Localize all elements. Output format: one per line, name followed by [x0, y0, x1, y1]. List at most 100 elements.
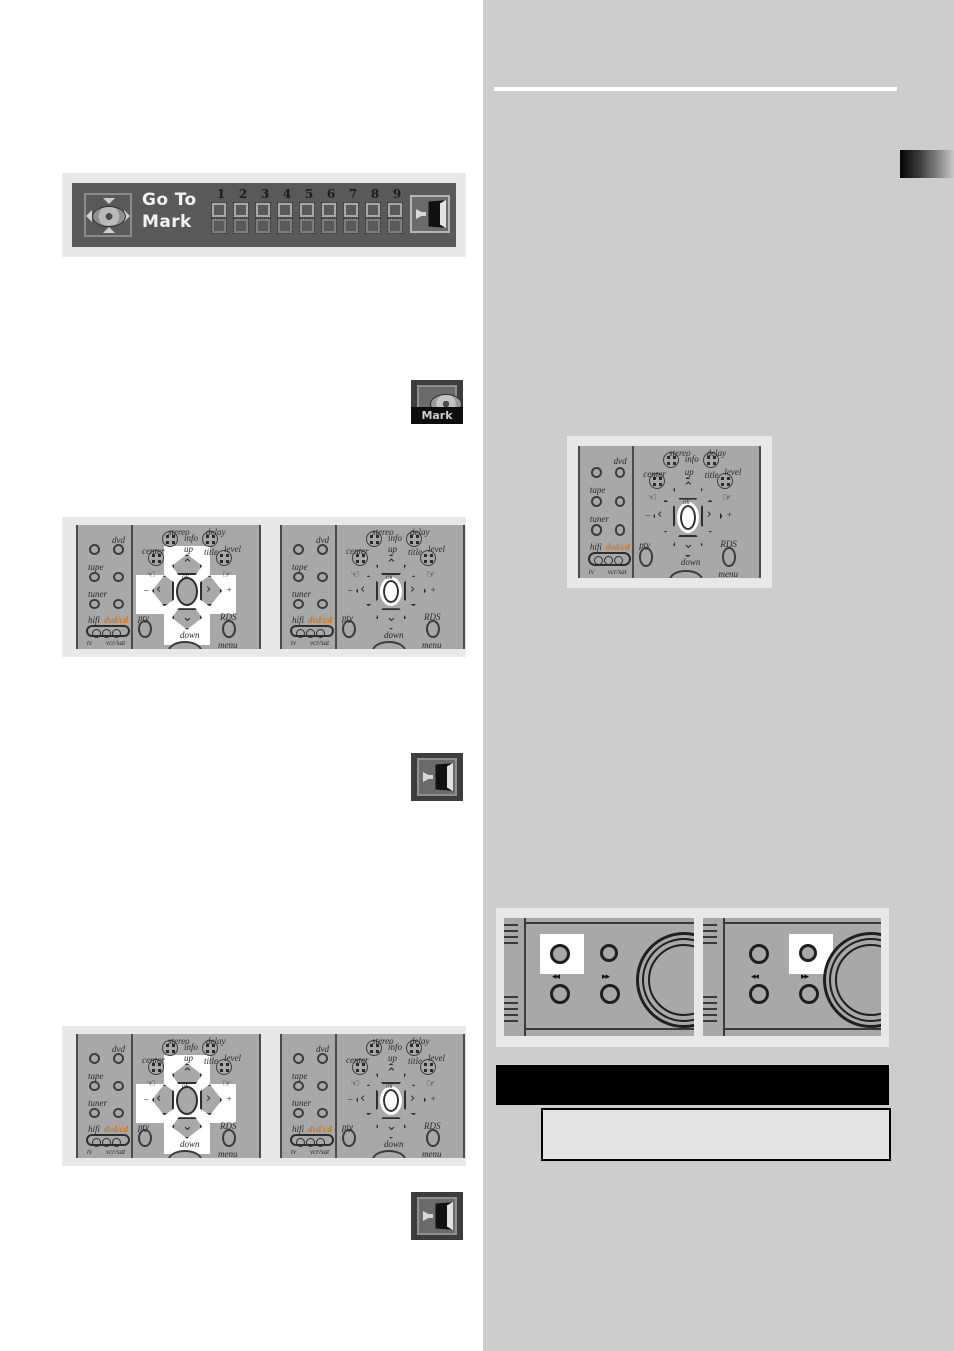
remote-mode-slider[interactable] — [587, 552, 632, 566]
remote-source-button[interactable] — [317, 1080, 328, 1092]
remote-slider-detent — [306, 628, 315, 638]
remote-button-dot — [152, 560, 155, 564]
osd-checkbox[interactable] — [233, 202, 249, 218]
remote-source-button[interactable] — [293, 1053, 304, 1065]
remote-button-dot — [226, 1063, 229, 1067]
remote-source-button[interactable] — [317, 571, 328, 583]
remote-source-button[interactable] — [317, 544, 328, 556]
grill-line — [703, 924, 717, 926]
osd-checkbox[interactable] — [299, 202, 315, 218]
remote-source-button[interactable] — [590, 524, 602, 536]
grill-line — [703, 1002, 717, 1004]
remote-source-button[interactable] — [113, 544, 124, 556]
remote-pty-button[interactable] — [639, 547, 654, 567]
osd-checkbox[interactable] — [277, 218, 293, 234]
remote-source-button[interactable] — [614, 466, 626, 478]
remote-button-dot — [362, 1069, 365, 1073]
remote-source-button[interactable] — [293, 598, 304, 610]
remote-big-bottom-button[interactable] — [372, 641, 406, 649]
osd-checkbox[interactable] — [321, 218, 337, 234]
remote-rds-button[interactable] — [222, 1128, 236, 1148]
osd-checkbox[interactable] — [211, 202, 227, 218]
remote-inner-divider — [335, 1034, 337, 1158]
remote-right-edge — [259, 1034, 261, 1158]
osd-checkbox[interactable] — [255, 218, 271, 234]
osd-checkbox[interactable] — [365, 218, 381, 234]
front-panel-skip-forward-button[interactable] — [799, 984, 819, 1004]
osd-checkbox[interactable] — [277, 202, 293, 218]
remote-source-button[interactable] — [113, 1080, 124, 1092]
remote-source-button[interactable] — [614, 524, 626, 536]
front-panel-play-button[interactable] — [799, 944, 817, 962]
remote-label-menu: menu — [422, 640, 442, 649]
remote-mode-slider[interactable] — [290, 1133, 334, 1147]
osd-number: 8 — [370, 187, 380, 201]
remote-mode-slider[interactable] — [86, 1133, 130, 1147]
remote-mode-slider[interactable] — [290, 624, 334, 638]
remote-button-dot — [416, 540, 419, 544]
remote-source-button[interactable] — [317, 1107, 328, 1119]
remote-mode-slider[interactable] — [86, 624, 130, 638]
osd-checkbox[interactable] — [387, 202, 403, 218]
remote-ok-button[interactable] — [380, 1086, 402, 1116]
front-panel-stop-button[interactable] — [749, 944, 769, 964]
osd-exit-button[interactable] — [410, 195, 450, 233]
remote-label-minus: – — [144, 1094, 149, 1105]
osd-checkbox[interactable] — [365, 202, 381, 218]
hand-pointer-icon: ☞ — [350, 568, 360, 581]
remote-rds-button[interactable] — [426, 619, 440, 639]
remote-rds-button[interactable] — [722, 547, 737, 567]
remote-source-button[interactable] — [113, 598, 124, 610]
remote-source-button[interactable] — [590, 495, 602, 507]
remote-ok-button[interactable] — [380, 577, 402, 607]
remote-source-button[interactable] — [89, 544, 100, 556]
remote-source-button[interactable] — [293, 1107, 304, 1119]
remote-label-info: info — [184, 1041, 199, 1052]
front-panel-play-button[interactable] — [600, 944, 618, 962]
front-panel-skip-back-button[interactable] — [550, 984, 570, 1004]
remote-source-button[interactable] — [113, 1107, 124, 1119]
remote-big-bottom-button[interactable] — [372, 1150, 406, 1158]
remote-label-vcrsat: vcr/sat — [607, 567, 627, 576]
remote-button-dot — [726, 482, 730, 486]
osd-checkbox[interactable] — [343, 218, 359, 234]
remote-source-button[interactable] — [590, 466, 602, 478]
front-panel-skip-back-button[interactable] — [749, 984, 769, 1004]
remote-source-button[interactable] — [293, 571, 304, 583]
remote-label-delay: delay — [410, 1035, 430, 1046]
remote-label-tape: tape — [589, 485, 606, 496]
remote-rds-button[interactable] — [426, 1128, 440, 1148]
exit-door-edge — [447, 763, 453, 791]
remote-source-button[interactable] — [89, 1107, 100, 1119]
remote-nav-up-chevron: ⌃ — [386, 1066, 397, 1081]
remote-ok-button[interactable] — [676, 501, 699, 533]
remote-source-button[interactable] — [89, 598, 100, 610]
remote-source-button[interactable] — [614, 495, 626, 507]
remote-source-button[interactable] — [317, 1053, 328, 1065]
remote-label-minus: – — [348, 585, 353, 596]
remote-rds-button[interactable] — [222, 619, 236, 639]
remote-source-button[interactable] — [293, 544, 304, 556]
osd-checkbox[interactable] — [387, 218, 403, 234]
osd-checkbox[interactable] — [299, 218, 315, 234]
remote-source-button[interactable] — [113, 571, 124, 583]
remote-source-button[interactable] — [89, 1080, 100, 1092]
remote-source-button[interactable] — [317, 598, 328, 610]
remote-label-plus: + — [430, 1094, 437, 1105]
remote-nav-up-chevron: ⌃ — [182, 557, 193, 572]
remote-source-button[interactable] — [113, 1053, 124, 1065]
remote-label-plus: + — [726, 509, 733, 520]
remote-big-bottom-button[interactable] — [669, 569, 703, 578]
remote-label-plus: + — [226, 1094, 233, 1105]
osd-checkbox[interactable] — [343, 202, 359, 218]
remote-source-button[interactable] — [293, 1080, 304, 1092]
osd-checkbox[interactable] — [321, 202, 337, 218]
remote-source-button[interactable] — [89, 571, 100, 583]
osd-checkbox[interactable] — [211, 218, 227, 234]
remote-source-button[interactable] — [89, 1053, 100, 1065]
front-panel-skip-forward-button[interactable] — [600, 984, 620, 1004]
remote-label-hifi: hifi — [88, 1124, 101, 1135]
front-panel-stop-button[interactable] — [550, 944, 570, 964]
osd-checkbox[interactable] — [233, 218, 249, 234]
osd-checkbox[interactable] — [255, 202, 271, 218]
